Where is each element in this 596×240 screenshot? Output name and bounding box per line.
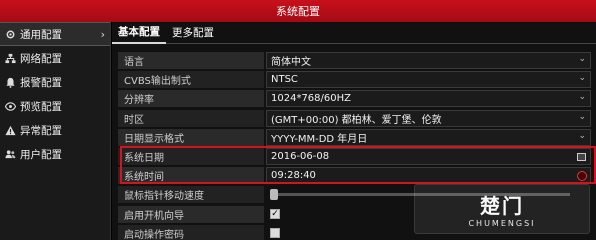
setting-row-system-date: 系统日期 2016-06-08 — [118, 147, 592, 166]
setting-row-resolution: 分辨率 1024*768/60HZ ⌄ — [118, 89, 592, 108]
system-date-field[interactable]: 2016-06-08 — [266, 148, 591, 166]
sidebar-item-alarm[interactable]: 报警配置 — [0, 70, 110, 94]
tab-bar: 基本配置 更多配置 — [112, 22, 596, 44]
sidebar-item-label: 预览配置 — [20, 100, 62, 113]
sidebar-item-network[interactable]: 网络配置 — [0, 46, 110, 70]
resolution-select[interactable]: 1024*768/60HZ ⌄ — [266, 90, 591, 108]
chevron-down-icon: ⌄ — [578, 111, 586, 122]
system-time-value: 09:28:40 — [271, 170, 316, 182]
mouse-speed-label: 鼠标指针移动速度 — [118, 186, 264, 204]
chevron-down-icon: ⌄ — [578, 73, 586, 84]
watermark-logo: 楚门 CHUMENGSI — [414, 184, 590, 234]
clock-icon[interactable] — [577, 171, 587, 182]
cvbs-value: NTSC — [271, 74, 298, 86]
cvbs-label: CVBS输出制式 — [118, 71, 264, 89]
sidebar-item-preview[interactable]: 预览配置 — [0, 94, 110, 118]
watermark-bottom-text: CHUMENGSI — [468, 219, 536, 228]
users-icon — [4, 148, 16, 160]
warning-icon — [4, 124, 16, 136]
chevron-down-icon: ⌄ — [578, 130, 586, 141]
setting-row-language: 语言 简体中文 ⌄ — [118, 51, 592, 70]
watermark-top-text: 楚门 — [480, 194, 524, 218]
system-time-label: 系统时间 — [118, 167, 264, 185]
system-time-field[interactable]: 09:28:40 — [266, 167, 591, 185]
password-checkbox[interactable] — [270, 228, 280, 239]
slider-handle[interactable] — [270, 189, 278, 201]
eye-icon — [4, 100, 16, 112]
password-label: 启动操作密码 — [118, 224, 264, 240]
resolution-label: 分辨率 — [118, 90, 264, 108]
chevron-down-icon: ⌄ — [578, 54, 586, 65]
language-label: 语言 — [118, 52, 264, 70]
tab-more[interactable]: 更多配置 — [166, 22, 220, 44]
system-date-label: 系统日期 — [118, 148, 264, 166]
sidebar-item-general[interactable]: 通用配置 › — [0, 22, 110, 46]
sidebar: 通用配置 › 网络配置 报警配置 预览配置 异常配置 用户配置 — [0, 22, 111, 240]
timezone-select[interactable]: (GMT+00:00) 都柏林、爱丁堡、伦敦 ⌄ — [266, 109, 591, 127]
chevron-right-icon: › — [100, 28, 105, 41]
language-value: 简体中文 — [271, 57, 311, 69]
setting-row-cvbs: CVBS输出制式 NTSC ⌄ — [118, 70, 592, 89]
tab-basic[interactable]: 基本配置 — [112, 22, 166, 44]
startup-wizard-label: 启用开机向导 — [118, 205, 264, 223]
timezone-value: (GMT+00:00) 都柏林、爱丁堡、伦敦 — [271, 114, 442, 126]
bell-icon — [4, 76, 16, 88]
setting-row-date-format: 日期显示格式 YYYY-MM-DD 年月日 ⌄ — [118, 128, 592, 147]
cvbs-select[interactable]: NTSC ⌄ — [266, 71, 591, 89]
network-icon — [4, 52, 16, 64]
sidebar-item-label: 通用配置 — [20, 28, 62, 41]
sidebar-item-exception[interactable]: 异常配置 — [0, 118, 110, 142]
calendar-icon[interactable] — [577, 153, 586, 162]
window-title: 系统配置 — [276, 5, 320, 18]
setting-row-timezone: 时区 (GMT+00:00) 都柏林、爱丁堡、伦敦 ⌄ — [118, 109, 592, 128]
language-select[interactable]: 简体中文 ⌄ — [266, 52, 591, 70]
date-format-value: YYYY-MM-DD 年月日 — [271, 133, 368, 145]
sidebar-item-label: 网络配置 — [20, 52, 62, 65]
setting-row-system-time: 系统时间 09:28:40 — [118, 166, 592, 185]
startup-wizard-checkbox[interactable]: ✓ — [270, 209, 280, 220]
chevron-down-icon: ⌄ — [578, 92, 586, 103]
sidebar-item-label: 报警配置 — [20, 76, 62, 89]
resolution-value: 1024*768/60HZ — [271, 93, 351, 105]
date-format-select[interactable]: YYYY-MM-DD 年月日 ⌄ — [266, 128, 591, 146]
sidebar-item-label: 用户配置 — [20, 148, 62, 161]
gear-icon — [4, 28, 16, 40]
sidebar-item-users[interactable]: 用户配置 — [0, 142, 110, 166]
system-date-value: 2016-06-08 — [271, 151, 330, 163]
sidebar-item-label: 异常配置 — [20, 124, 62, 137]
window-title-bar: 系统配置 — [0, 0, 596, 22]
timezone-label: 时区 — [118, 109, 264, 127]
date-format-label: 日期显示格式 — [118, 128, 264, 146]
